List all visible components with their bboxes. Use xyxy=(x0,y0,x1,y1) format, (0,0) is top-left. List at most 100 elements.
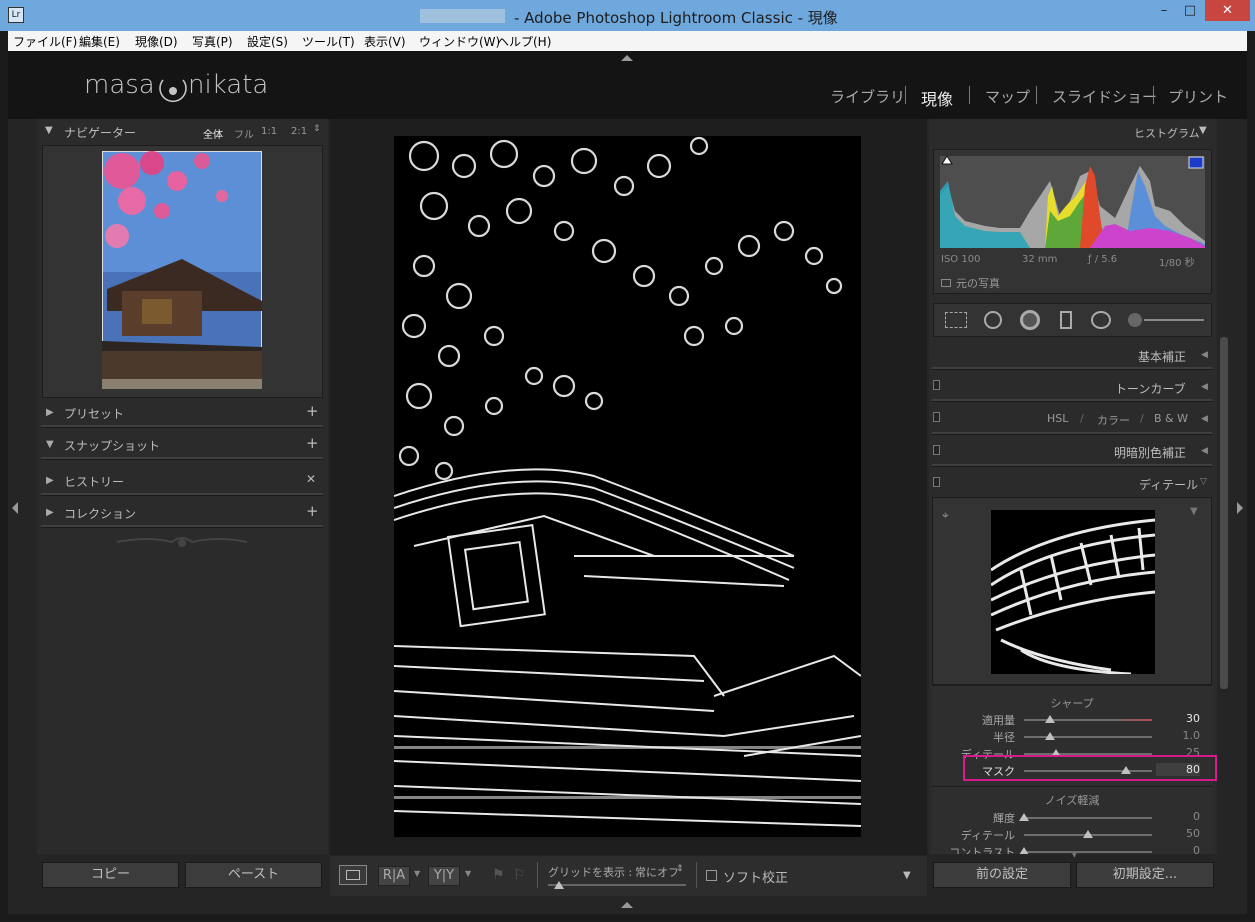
adjustment-brush-icon[interactable] xyxy=(1128,313,1142,327)
noise-slider-knob[interactable] xyxy=(1083,830,1093,838)
brush-size-track[interactable] xyxy=(1144,319,1204,321)
grid-select-arrow-icon[interactable]: ⇕ xyxy=(676,864,684,874)
menu-view[interactable]: 表示(V) xyxy=(364,33,406,50)
detail-label[interactable]: ディテール xyxy=(1139,476,1198,493)
toolbar-options-icon[interactable]: ▼ xyxy=(903,870,911,881)
history-label[interactable]: ヒストリー xyxy=(64,473,124,490)
yy-dropdown-icon[interactable]: ▼ xyxy=(465,869,471,878)
close-button[interactable]: ✕ xyxy=(1205,0,1250,21)
history-expand-icon[interactable]: ▶ xyxy=(46,475,54,486)
tone-curve-toggle[interactable] xyxy=(933,380,940,390)
split-toning-expand-icon[interactable]: ◀ xyxy=(1201,446,1208,456)
sharpen-slider-knob[interactable] xyxy=(1045,715,1055,723)
zoom-fit[interactable]: 全体 xyxy=(203,126,223,141)
loupe-view-button[interactable] xyxy=(339,865,367,885)
module-map[interactable]: マップ xyxy=(985,86,1030,107)
module-slideshow[interactable]: スライドショー xyxy=(1052,86,1157,107)
menu-develop[interactable]: 現像(D) xyxy=(135,33,178,50)
menu-window[interactable]: ウィンドウ(W) xyxy=(419,33,500,50)
detail-preview-menu-icon[interactable]: ▼ xyxy=(1190,506,1198,517)
tone-curve-label[interactable]: トーンカーブ xyxy=(1115,380,1186,397)
menu-tools[interactable]: ツール(T) xyxy=(302,33,355,50)
tone-curve-expand-icon[interactable]: ◀ xyxy=(1201,382,1208,392)
menu-settings[interactable]: 設定(S) xyxy=(247,33,288,50)
sharpen-row[interactable]: 適用量 30 xyxy=(932,712,1212,728)
zoom-fill[interactable]: フル xyxy=(234,126,254,141)
module-develop[interactable]: 現像 xyxy=(921,86,953,110)
previous-settings-button[interactable]: 前の設定 xyxy=(933,862,1071,888)
sharpen-slider-knob[interactable] xyxy=(1045,732,1055,740)
menu-photo[interactable]: 写真(P) xyxy=(192,33,233,50)
bw-tab[interactable]: B & W xyxy=(1154,412,1188,425)
menu-edit[interactable]: 編集(E) xyxy=(79,33,120,50)
histogram-collapse-icon[interactable]: ▼ xyxy=(1199,125,1207,136)
detail-toggle[interactable] xyxy=(933,477,940,487)
grid-select[interactable]: 常にオフ xyxy=(635,864,679,880)
snapshots-collapse-icon[interactable]: ▼ xyxy=(46,439,54,450)
copy-button[interactable]: コピー xyxy=(42,862,179,888)
zoom-1-1[interactable]: 1:1 xyxy=(261,126,277,137)
basic-panel-label[interactable]: 基本補正 xyxy=(1138,348,1186,365)
grid-opacity-knob[interactable] xyxy=(554,881,564,889)
main-photo-mask-preview[interactable] xyxy=(394,136,861,837)
reset-button[interactable]: 初期設定... xyxy=(1076,862,1214,888)
basic-panel-expand-icon[interactable]: ◀ xyxy=(1201,350,1208,360)
soft-proof-checkbox[interactable] xyxy=(706,870,717,881)
snapshots-add-button[interactable]: + xyxy=(306,434,319,452)
presets-expand-icon[interactable]: ▶ xyxy=(46,407,54,418)
noise-slider-knob[interactable] xyxy=(1019,813,1029,821)
graduated-filter-icon[interactable] xyxy=(1060,311,1072,329)
right-panel-scrollbar[interactable] xyxy=(1220,337,1228,689)
module-print[interactable]: プリント xyxy=(1168,86,1228,107)
presets-label[interactable]: プリセット xyxy=(64,405,124,422)
noise-slider-knob[interactable] xyxy=(1019,847,1029,854)
detail-zoom-preview[interactable] xyxy=(991,510,1155,674)
hsl-tab[interactable]: HSL xyxy=(1047,412,1068,425)
module-library[interactable]: ライブラリ xyxy=(830,86,905,107)
crop-tool-icon[interactable] xyxy=(945,312,967,328)
target-adjust-icon[interactable]: ⌖ xyxy=(942,508,949,523)
split-toning-toggle[interactable] xyxy=(933,445,940,455)
right-panel-toggle-icon[interactable] xyxy=(1237,502,1243,514)
noise-slider-track[interactable] xyxy=(1024,851,1152,853)
hsl-toggle[interactable] xyxy=(933,412,940,422)
sharpen-value[interactable]: 1.0 xyxy=(1156,729,1201,742)
collections-expand-icon[interactable]: ▶ xyxy=(46,507,54,518)
navigator-collapse-icon[interactable]: ▼ xyxy=(45,125,53,136)
histogram-graph[interactable] xyxy=(940,156,1205,248)
left-panel-toggle-icon[interactable] xyxy=(12,502,18,514)
noise-value[interactable]: 0 xyxy=(1156,844,1200,854)
before-after-yy-button[interactable]: Y|Y xyxy=(428,866,460,886)
presets-add-button[interactable]: + xyxy=(306,402,319,420)
sharpen-slider-track[interactable] xyxy=(1024,736,1152,738)
color-tab[interactable]: カラー xyxy=(1097,412,1130,428)
collections-add-button[interactable]: + xyxy=(306,502,319,520)
snapshots-label[interactable]: スナップショット xyxy=(64,437,160,454)
before-after-ra-button[interactable]: R|A xyxy=(378,866,410,886)
noise-value[interactable]: 50 xyxy=(1156,827,1200,840)
zoom-2-1[interactable]: 2:1 xyxy=(291,126,307,137)
noise-value[interactable]: 0 xyxy=(1156,810,1200,823)
grid-opacity-track[interactable] xyxy=(548,884,686,886)
navigator-preview[interactable] xyxy=(42,145,323,398)
minimize-button[interactable]: – xyxy=(1152,0,1176,21)
hsl-expand-icon[interactable]: ◀ xyxy=(1201,414,1208,424)
menu-help[interactable]: ヘルプ(H) xyxy=(497,33,551,50)
flag-reject-icon[interactable]: ⚐ xyxy=(513,867,526,883)
noise-row[interactable]: 輝度 0 xyxy=(932,810,1212,826)
ra-dropdown-icon[interactable]: ▼ xyxy=(414,869,420,878)
paste-button[interactable]: ペースト xyxy=(185,862,322,888)
spot-removal-tool-icon[interactable] xyxy=(984,311,1002,329)
top-panel-toggle-icon[interactable] xyxy=(621,55,633,61)
detail-collapse-icon[interactable]: ▽ xyxy=(1200,477,1207,487)
zoom-more-icon[interactable]: ⇕ xyxy=(313,124,321,134)
noise-row[interactable]: ディテール 50 xyxy=(932,827,1212,843)
radial-filter-icon[interactable] xyxy=(1091,311,1111,329)
original-photo-checkbox[interactable] xyxy=(941,279,951,287)
sharpen-value[interactable]: 30 xyxy=(1156,712,1200,725)
red-eye-tool-icon[interactable] xyxy=(1020,310,1040,330)
filmstrip-toggle-icon[interactable] xyxy=(621,902,633,908)
sharpen-slider-track[interactable] xyxy=(1024,719,1152,721)
sharpen-row[interactable]: 半径 1.0 xyxy=(932,729,1212,745)
split-toning-label[interactable]: 明暗別色補正 xyxy=(1114,444,1186,461)
